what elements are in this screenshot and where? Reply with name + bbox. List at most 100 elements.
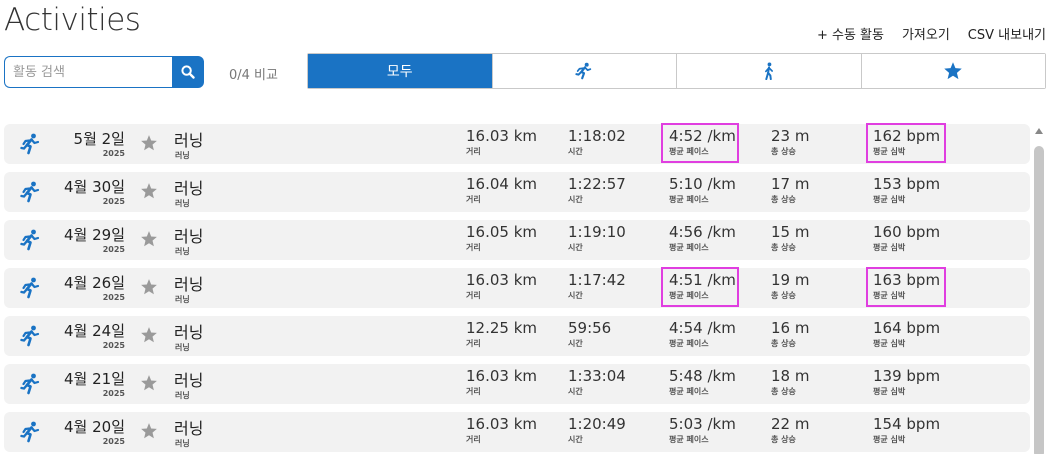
favorite-star-icon[interactable] [140, 230, 158, 248]
pace-value: 4:56 /km [669, 223, 736, 241]
distance-value: 16.03 km [466, 415, 538, 433]
elevation-label: 총 상승 [771, 243, 796, 252]
pace-cell: 5:48 /km 평균 페이스 [669, 367, 736, 397]
activity-row[interactable]: 4월 30일 2025 러닝 러닝 16.04 km 거리 1:22:57 시간 5… [4, 172, 1030, 212]
distance-value: 16.05 km [466, 223, 538, 241]
activity-name-link[interactable]: 러닝 [174, 175, 203, 199]
activity-type: 러닝 [175, 439, 190, 448]
activity-row[interactable]: 4월 24일 2025 러닝 러닝 12.25 km 거리 59:56 시간 4:5… [4, 316, 1030, 356]
heart-rate-cell: 153 bpm 평균 심박 [873, 175, 940, 205]
time-value: 1:22:57 [568, 175, 626, 193]
distance-label: 거리 [466, 435, 481, 444]
scroll-thumb[interactable] [1034, 146, 1044, 454]
pace-cell: 5:10 /km 평균 페이스 [669, 175, 736, 205]
activity-date: 4월 30일 [64, 178, 125, 196]
pace-cell: 4:56 /km 평균 페이스 [669, 223, 736, 253]
heart-rate-cell: 163 bpm 평균 심박 [873, 271, 940, 301]
pace-label: 평균 페이스 [669, 435, 709, 444]
activity-row[interactable]: 4월 29일 2025 러닝 러닝 16.05 km 거리 1:19:10 시간 4… [4, 220, 1030, 260]
elevation-label: 총 상승 [771, 195, 796, 204]
distance-label: 거리 [466, 291, 481, 300]
time-value: 59:56 [568, 319, 612, 337]
activity-row[interactable]: 4월 20일 2025 러닝 러닝 16.03 km 거리 1:20:49 시간 5… [4, 412, 1030, 452]
activity-row[interactable]: 4월 21일 2025 러닝 러닝 16.03 km 거리 1:33:04 시간 5… [4, 364, 1030, 404]
activity-name-link[interactable]: 러닝 [174, 271, 203, 295]
activity-name-link[interactable]: 러닝 [174, 223, 203, 247]
star-icon [944, 62, 962, 80]
distance-label: 거리 [466, 147, 481, 156]
running-person-icon [575, 62, 592, 80]
time-cell: 1:20:49 시간 [568, 415, 626, 445]
activity-date: 4월 21일 [64, 370, 125, 388]
running-person-icon [20, 421, 40, 443]
activity-date: 4월 29일 [64, 226, 125, 244]
time-value: 1:33:04 [568, 367, 626, 385]
heart-rate-cell: 162 bpm 평균 심박 [873, 127, 940, 157]
elevation-value: 15 m [771, 223, 810, 241]
heart-rate-value: 153 bpm [873, 175, 941, 193]
export-csv-button[interactable]: CSV 내보내기 [968, 24, 1046, 43]
favorite-star-icon[interactable] [140, 278, 158, 296]
time-value: 1:20:49 [568, 415, 626, 433]
distance-value: 16.03 km [466, 271, 538, 289]
time-cell: 1:17:42 시간 [568, 271, 626, 301]
activity-name-link[interactable]: 러닝 [174, 367, 203, 391]
top-actions: + 수동 활동 가져오기 CSV 내보내기 [799, 24, 1046, 43]
activity-name-link[interactable]: 러닝 [174, 415, 203, 439]
favorite-star-icon[interactable] [140, 182, 158, 200]
favorite-star-icon[interactable] [140, 326, 158, 344]
pace-label: 평균 페이스 [669, 243, 709, 252]
time-label: 시간 [568, 339, 583, 348]
distance-cell: 16.03 km 거리 [466, 271, 537, 301]
activity-type: 러닝 [175, 151, 190, 160]
search-input[interactable] [4, 56, 172, 88]
heart-rate-label: 평균 심박 [873, 291, 906, 300]
elevation-cell: 23 m 총 상승 [771, 127, 809, 157]
pace-label: 평균 페이스 [669, 195, 709, 204]
pace-label: 평균 페이스 [669, 291, 709, 300]
activity-type: 러닝 [175, 247, 190, 256]
time-label: 시간 [568, 243, 583, 252]
elevation-value: 22 m [771, 415, 810, 433]
filter-walking-tab[interactable] [677, 54, 862, 88]
distance-value: 16.03 km [466, 127, 538, 145]
activity-year: 2025 [102, 389, 125, 398]
activity-row[interactable]: 5월 2일 2025 러닝 러닝 16.03 km 거리 1:18:02 시간 4:… [4, 123, 1030, 164]
search-icon [181, 65, 195, 79]
activity-name-link[interactable]: 러닝 [174, 319, 203, 343]
favorite-star-icon[interactable] [140, 134, 158, 152]
activity-date: 4월 24일 [64, 322, 125, 340]
elevation-value: 16 m [771, 319, 810, 337]
time-cell: 1:33:04 시간 [568, 367, 626, 397]
pace-cell: 5:03 /km 평균 페이스 [669, 415, 736, 445]
scroll-up-arrow-icon[interactable] [1035, 128, 1043, 134]
filter-favorites-tab[interactable] [861, 54, 1045, 88]
distance-label: 거리 [466, 243, 481, 252]
search-box [4, 56, 204, 88]
favorite-star-icon[interactable] [140, 374, 158, 392]
distance-cell: 12.25 km 거리 [466, 319, 537, 349]
time-cell: 1:22:57 시간 [568, 175, 626, 205]
activity-row[interactable]: 4월 26일 2025 러닝 러닝 16.03 km 거리 1:17:42 시간 4… [4, 267, 1030, 308]
list-scrollbar[interactable] [1033, 124, 1045, 454]
compare-counter: 0/4 비교 [229, 68, 278, 83]
add-manual-activity-button[interactable]: + 수동 활동 [817, 24, 884, 43]
favorite-star-icon[interactable] [140, 422, 158, 440]
heart-rate-label: 평균 심박 [873, 243, 906, 252]
pace-label: 평균 페이스 [669, 387, 709, 396]
activity-year: 2025 [102, 293, 125, 302]
search-button[interactable] [172, 56, 204, 88]
activity-type: 러닝 [175, 343, 190, 352]
heart-rate-value: 160 bpm [873, 223, 941, 241]
time-cell: 1:19:10 시간 [568, 223, 626, 253]
elevation-cell: 22 m 총 상승 [771, 415, 809, 445]
elevation-label: 총 상승 [771, 435, 796, 444]
filter-running-tab[interactable] [492, 54, 677, 88]
activity-name-link[interactable]: 러닝 [174, 127, 203, 151]
activity-date: 4월 26일 [64, 274, 125, 292]
filter-all-tab[interactable]: 모두 [308, 54, 493, 88]
time-label: 시간 [568, 291, 583, 300]
elevation-value: 18 m [771, 367, 810, 385]
import-button[interactable]: 가져오기 [902, 24, 950, 43]
time-label: 시간 [568, 147, 583, 156]
